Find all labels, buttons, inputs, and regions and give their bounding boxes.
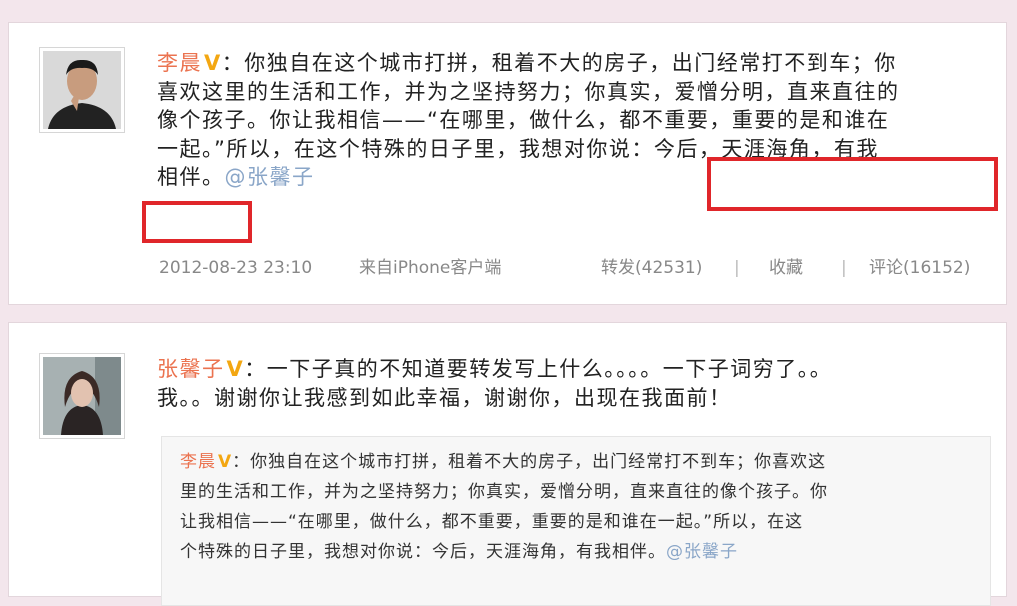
highlight-box	[142, 201, 252, 243]
mention-link[interactable]: @张馨子	[666, 542, 738, 562]
post-source[interactable]: 来自iPhone客户端	[359, 255, 501, 281]
post-2-content: 张馨子V：一下子真的不知道要转发写上什么。。。。一下子词穷了。。 我。。谢谢你让…	[157, 355, 832, 412]
avatar[interactable]	[39, 353, 125, 439]
post-1-meta: 2012-08-23 23:10 来自iPhone客户端 转发(42531) |…	[159, 255, 996, 281]
quote-text: 李晨 V：你独自在这个城市打拼，租着不大的房子，出门经常打不到车；你喜欢这 里的生…	[180, 447, 828, 567]
post-1-line-1: 李晨V：你独自在这个城市打拼，租着不大的房子，出门经常打不到车；你	[157, 51, 897, 75]
verified-badge-icon: V	[204, 51, 222, 75]
verified-badge-icon: V	[226, 357, 245, 381]
quote-line-1: 李晨 V：你独自在这个城市打拼，租着不大的房子，出门经常打不到车；你喜欢这	[180, 452, 827, 472]
quote-line-4: 个特殊的日子里，我想对你说：今后，天涯海角，有我相伴。@张馨子	[180, 542, 738, 562]
weibo-post-1: 李晨V：你独自在这个城市打拼，租着不大的房子，出门经常打不到车；你 喜欢这里的生…	[8, 22, 1007, 305]
post-1-line-3: 像个孩子。你让我相信——“在哪里，做什么，都不重要，重要的是和谁在	[157, 108, 890, 132]
separator: |	[734, 258, 740, 278]
avatar-photo	[43, 51, 121, 129]
avatar-photo	[43, 357, 121, 435]
author-name[interactable]: 李晨	[157, 51, 202, 75]
favorite-button[interactable]: 收藏	[769, 255, 803, 281]
forward-button[interactable]: 转发(42531)	[601, 255, 702, 281]
verified-badge-icon: V	[218, 452, 233, 472]
comment-button[interactable]: 评论(16152)	[869, 255, 970, 281]
post-2-line-1: 张馨子V：一下子真的不知道要转发写上什么。。。。一下子词穷了。。	[157, 357, 833, 381]
separator: |	[841, 258, 847, 278]
post-2-line-2: 我。。谢谢你让我感到如此幸福，谢谢你，出现在我面前！	[157, 385, 732, 410]
quote-line-2: 里的生活和工作，并为之坚持努力；你真实，爱憎分明，直来直往的像个孩子。你	[180, 482, 828, 502]
author-name[interactable]: 张馨子	[157, 357, 225, 381]
mention-link[interactable]: @张馨子	[225, 165, 315, 189]
quote-line-3: 让我相信——“在哪里，做什么，都不重要，重要的是和谁在一起。”所以，在这	[180, 512, 804, 532]
reposted-content: 李晨 V：你独自在这个城市打拼，租着不大的房子，出门经常打不到车；你喜欢这 里的生…	[161, 436, 991, 606]
weibo-post-2: 张馨子V：一下子真的不知道要转发写上什么。。。。一下子词穷了。。 我。。谢谢你让…	[8, 322, 1007, 606]
quote-author-name[interactable]: 李晨	[180, 452, 216, 472]
avatar[interactable]	[39, 47, 125, 133]
highlight-box	[707, 157, 998, 211]
post-time[interactable]: 2012-08-23 23:10	[159, 255, 312, 281]
post-1-line-2: 喜欢这里的生活和工作，并为之坚持努力；你真实，爱憎分明，直来直往的	[157, 79, 900, 104]
